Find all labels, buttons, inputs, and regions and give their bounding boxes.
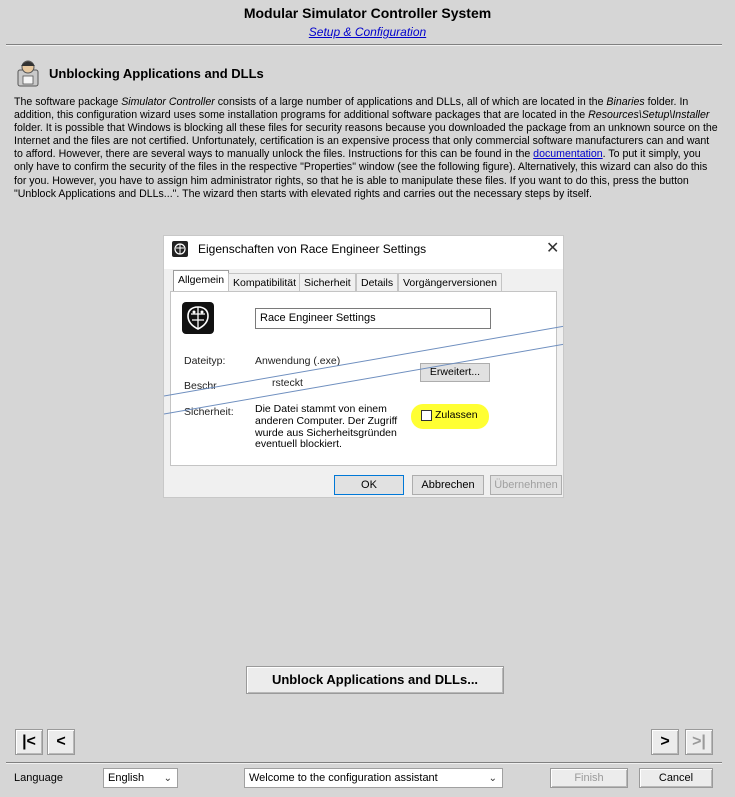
language-dropdown[interactable]: English ⌄ bbox=[103, 768, 178, 788]
properties-dialog-figure: Eigenschaften von Race Engineer Settings… bbox=[163, 235, 564, 498]
finish-button: Finish bbox=[550, 768, 628, 788]
step-value: Welcome to the configuration assistant bbox=[249, 772, 438, 784]
header-divider bbox=[6, 44, 722, 46]
previous-page-button[interactable]: < bbox=[47, 729, 75, 755]
cancel-button[interactable]: Cancel bbox=[639, 768, 713, 788]
last-page-button: >| bbox=[685, 729, 713, 755]
page-description: The software package Simulator Controlle… bbox=[14, 96, 718, 200]
footer-divider bbox=[6, 762, 722, 764]
app-subtitle-link[interactable]: Setup & Configuration bbox=[0, 25, 735, 39]
chevron-down-icon: ⌄ bbox=[163, 773, 172, 784]
unblock-applications-button[interactable]: Unblock Applications and DLLs... bbox=[246, 666, 504, 694]
next-page-button[interactable]: > bbox=[651, 729, 679, 755]
app-title: Modular Simulator Controller System bbox=[243, 5, 492, 21]
chevron-down-icon: ⌄ bbox=[488, 773, 497, 784]
wizard-user-icon bbox=[17, 60, 39, 87]
separator-lines bbox=[164, 325, 563, 415]
documentation-link[interactable]: documentation bbox=[533, 148, 603, 160]
language-label: Language bbox=[14, 772, 63, 784]
step-dropdown[interactable]: Welcome to the configuration assistant ⌄ bbox=[244, 768, 503, 788]
language-value: English bbox=[108, 772, 145, 784]
first-page-button[interactable]: |< bbox=[15, 729, 43, 755]
page-title: Unblocking Applications and DLLs bbox=[49, 66, 264, 81]
